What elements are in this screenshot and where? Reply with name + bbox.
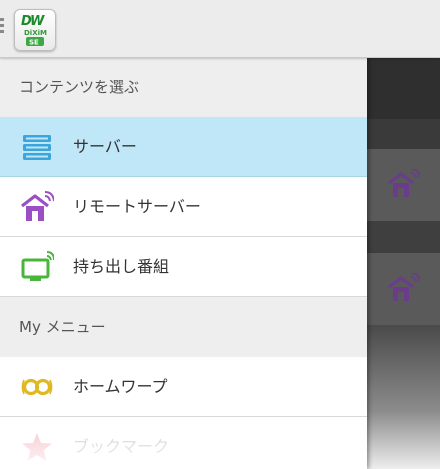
section-header-my-menu: My メニュー [0, 297, 367, 357]
drawer-toggle-icon[interactable] [0, 18, 6, 40]
star-icon [22, 433, 52, 461]
menu-item-server[interactable]: サーバー [0, 117, 367, 177]
menu-item-bookmark[interactable]: ブックマーク [0, 417, 367, 469]
remote-home-icon [388, 273, 420, 301]
menu-item-label: サーバー [73, 137, 137, 156]
menu-item-label: 持ち出し番組 [73, 257, 170, 276]
background-list-item[interactable] [367, 253, 440, 326]
remote-server-icon [21, 191, 54, 221]
background-list-item[interactable] [367, 149, 440, 222]
svg-text:DiXiM: DiXiM [24, 29, 47, 37]
menu-item-label: ブックマーク [73, 437, 170, 456]
app-screen: D W DiXiM SE コンテンツを選ぶ サーバー リモートサーバー 持ち出し… [0, 0, 440, 469]
svg-text:SE: SE [29, 39, 39, 47]
menu-item-takeout-programs[interactable]: 持ち出し番組 [0, 237, 367, 297]
remote-home-icon [388, 169, 420, 197]
section-header-contents: コンテンツを選ぶ [0, 57, 367, 117]
background-content-list [367, 57, 440, 469]
app-bar: D W DiXiM SE [0, 0, 440, 58]
navigation-drawer: コンテンツを選ぶ サーバー リモートサーバー 持ち出し番組 My メニュー ホー… [0, 57, 367, 469]
menu-item-home-warp[interactable]: ホームワープ [0, 357, 367, 417]
background-divider [367, 221, 440, 253]
background-header [367, 57, 440, 119]
tv-icon [21, 251, 54, 281]
menu-item-label: リモートサーバー [73, 197, 201, 216]
menu-item-label: ホームワープ [73, 377, 168, 396]
svg-text:W: W [30, 14, 45, 29]
background-fade [367, 325, 440, 469]
home-warp-icon [21, 378, 53, 396]
background-group-header [367, 119, 440, 149]
server-icon [23, 135, 51, 160]
dixim-logo-icon[interactable]: D W DiXiM SE [14, 9, 56, 51]
menu-item-remote-server[interactable]: リモートサーバー [0, 177, 367, 237]
